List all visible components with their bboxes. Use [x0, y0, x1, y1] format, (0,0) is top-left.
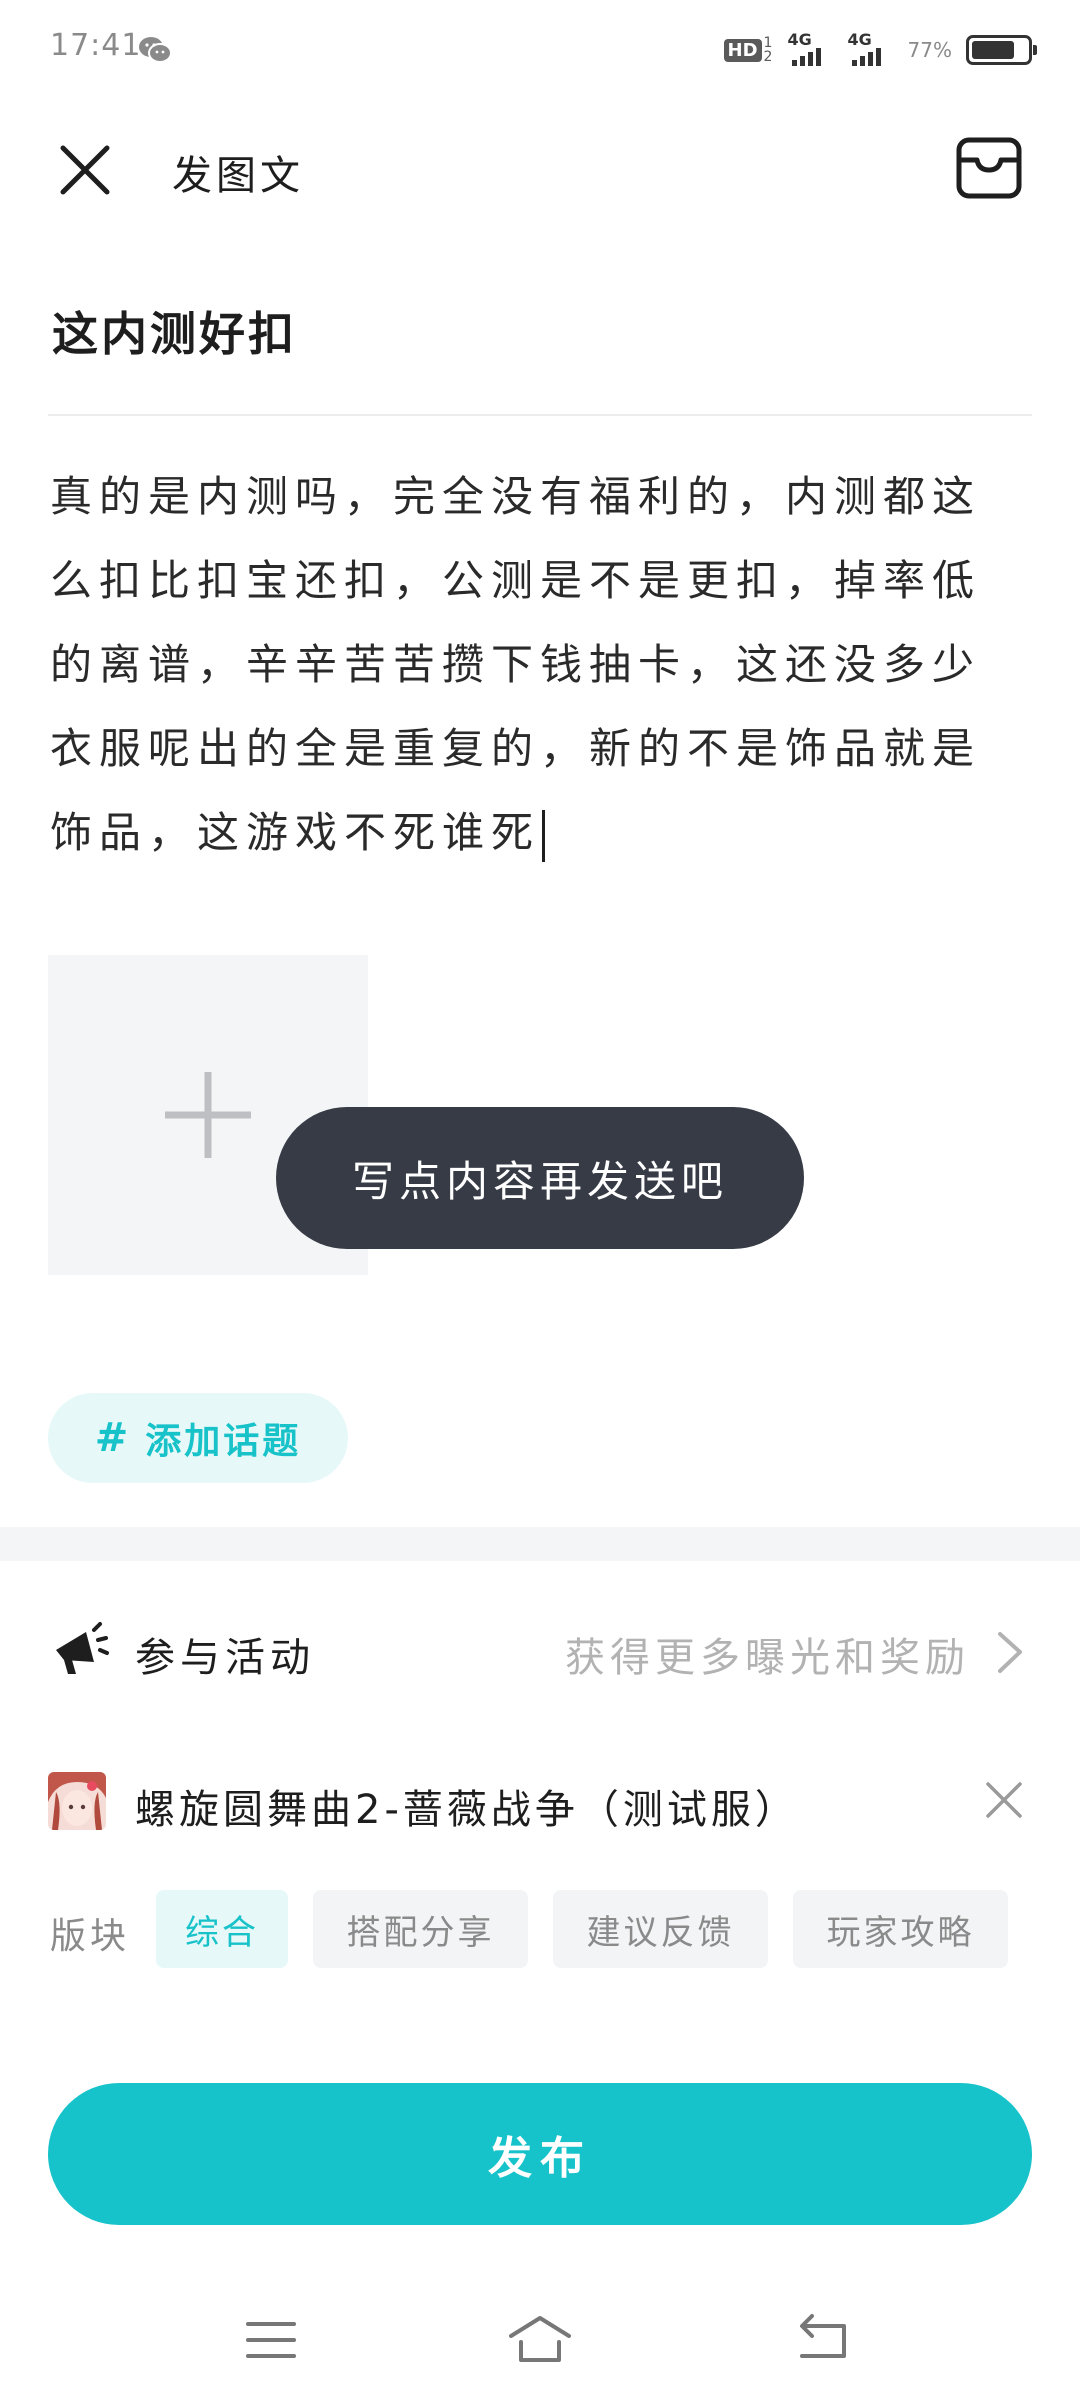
plus-icon	[165, 1072, 251, 1158]
section-separator	[0, 1527, 1080, 1561]
publish-button[interactable]: 发布	[48, 2083, 1032, 2225]
signal-icon-2: 4G	[847, 30, 894, 68]
section-chip-outfit-share[interactable]: 搭配分享	[313, 1890, 528, 1968]
drafts-box-icon[interactable]	[953, 132, 1025, 204]
status-indicators: HD 1 2 4G 4G 77%	[723, 30, 1037, 70]
section-chip-general[interactable]: 综合	[156, 1890, 288, 1968]
page-title: 发图文	[172, 153, 304, 199]
game-name: 螺旋圆舞曲2-蔷薇战争（测试服）	[135, 1787, 799, 1833]
post-body-input[interactable]: 真的是内测吗，完全没有福利的，内测都这么扣比扣宝还扣，公测是不是更扣，掉率低的离…	[50, 455, 1020, 875]
text-caret	[542, 809, 546, 862]
post-body-text: 真的是内测吗，完全没有福利的，内测都这么扣比扣宝还扣，公测是不是更扣，掉率低的离…	[50, 472, 982, 857]
signal-icon-1: 4G	[787, 30, 834, 68]
hd-badge: HD 1 2	[723, 35, 774, 65]
signal-label-2: 4G	[847, 30, 872, 49]
post-title-input[interactable]: 这内测好扣	[52, 298, 297, 364]
hash-icon: #	[94, 1415, 132, 1461]
signal-label-1: 4G	[787, 30, 812, 49]
join-activity-row[interactable]: 参与活动 获得更多曝光和奖励	[0, 1595, 1080, 1705]
activity-label: 参与活动	[135, 1635, 315, 1681]
chevron-right-icon	[998, 1632, 1022, 1673]
header: 发图文	[0, 115, 1080, 225]
close-icon[interactable]	[55, 140, 115, 200]
battery-fill	[972, 41, 1014, 59]
status-bar: 17:41 HD 1 2 4G 4G 77%	[0, 0, 1080, 100]
activity-hint: 获得更多曝光和奖励	[565, 1635, 970, 1681]
back-icon[interactable]	[788, 2310, 858, 2370]
section-label: 版块	[50, 1916, 131, 1957]
hd-label: HD	[723, 38, 762, 62]
title-divider	[48, 414, 1032, 416]
battery-icon	[966, 35, 1037, 65]
hd-sub: 1 2	[763, 35, 773, 65]
menu-icon[interactable]	[236, 2310, 306, 2370]
add-topic-label: 添加话题	[145, 1421, 302, 1462]
battery-percent: 77%	[907, 38, 952, 62]
home-icon[interactable]	[505, 2310, 575, 2370]
add-topic-button[interactable]: # 添加话题	[48, 1393, 348, 1483]
status-time: 17:41	[50, 28, 142, 63]
system-nav-bar	[0, 2300, 1080, 2400]
toast-message: 写点内容再发送吧	[276, 1107, 804, 1249]
remove-game-icon[interactable]	[984, 1780, 1024, 1820]
section-selector: 版块 综合 搭配分享 建议反馈 玩家攻略	[0, 1890, 1080, 1970]
game-row: 螺旋圆舞曲2-蔷薇战争（测试服）	[0, 1772, 1080, 1842]
game-avatar	[48, 1772, 106, 1830]
section-chip-guides[interactable]: 玩家攻略	[793, 1890, 1008, 1968]
compose-page: 17:41 HD 1 2 4G 4G 77% 发图文 这内测好扣 真的是内测吗，…	[0, 0, 1080, 2400]
wechat-icon	[139, 37, 172, 63]
megaphone-icon	[56, 1622, 109, 1674]
section-chip-feedback[interactable]: 建议反馈	[553, 1890, 768, 1968]
